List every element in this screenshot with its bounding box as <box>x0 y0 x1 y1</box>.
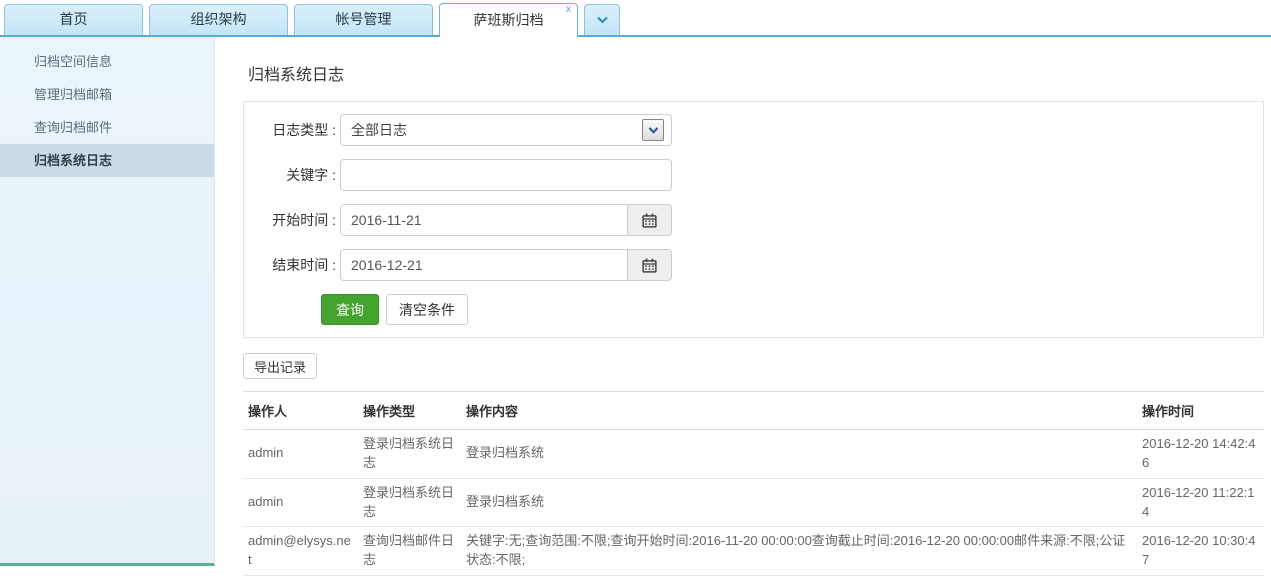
start-time-label: 开始时间 : <box>252 210 336 230</box>
main-content: 归档系统日志 日志类型 : 全部日志 关键字 : 开始时间 : <box>243 37 1264 576</box>
end-time-input[interactable] <box>340 249 628 281</box>
sidebar: 归档空间信息 管理归档邮箱 查询归档邮件 归档系统日志 <box>0 37 215 566</box>
keyword-row: 关键字 : <box>252 159 1249 191</box>
filter-buttons-row: 查询 清空条件 <box>321 294 1249 325</box>
tab-label: 首页 <box>60 11 88 27</box>
cell-operation-type: 登录归档系统日志 <box>358 430 461 479</box>
end-time-row: 结束时间 : <box>252 249 1249 281</box>
column-header-operation-time: 操作时间 <box>1137 392 1264 430</box>
log-filter-panel: 日志类型 : 全部日志 关键字 : 开始时间 : <box>243 101 1264 338</box>
log-table: 操作人 操作类型 操作内容 操作时间 admin 登录归档系统日志 登录归档系统… <box>243 391 1264 576</box>
calendar-icon <box>642 258 657 273</box>
end-time-label: 结束时间 : <box>252 255 336 275</box>
table-row: admin 登录归档系统日志 登录归档系统 2016-12-20 14:42:4… <box>243 430 1264 479</box>
log-type-select[interactable]: 全部日志 <box>340 114 672 146</box>
keyword-input[interactable] <box>340 159 672 191</box>
table-header-row: 操作人 操作类型 操作内容 操作时间 <box>243 392 1264 430</box>
sidebar-item-manage-archive-mailbox[interactable]: 管理归档邮箱 <box>0 78 214 111</box>
cell-operation-content: 关键字:无;查询范围:不限;查询开始时间:2016-11-20 00:00:00… <box>461 527 1137 576</box>
cell-operation-time: 2016-12-20 14:42:46 <box>1137 430 1264 479</box>
sidebar-item-archive-space-info[interactable]: 归档空间信息 <box>0 45 214 78</box>
cell-operation-content: 登录归档系统 <box>461 478 1137 527</box>
cell-operation-type: 登录归档系统日志 <box>358 478 461 527</box>
cell-operation-type: 查询归档邮件日志 <box>358 527 461 576</box>
calendar-icon <box>642 213 657 228</box>
tab-label: 组织架构 <box>191 11 247 27</box>
tab-organization[interactable]: 组织架构 <box>149 4 288 35</box>
cell-operation-time: 2016-12-20 11:22:14 <box>1137 478 1264 527</box>
start-time-input[interactable] <box>340 204 628 236</box>
column-header-operation-content: 操作内容 <box>461 392 1137 430</box>
column-header-operation-type: 操作类型 <box>358 392 461 430</box>
tab-more-button[interactable] <box>584 4 620 35</box>
cell-operator: admin@elysys.net <box>243 527 358 576</box>
sidebar-item-label: 归档空间信息 <box>34 54 112 69</box>
tab-home[interactable]: 首页 <box>4 4 143 35</box>
table-row: admin 登录归档系统日志 登录归档系统 2016-12-20 11:22:1… <box>243 478 1264 527</box>
cell-operator: admin <box>243 478 358 527</box>
start-time-row: 开始时间 : <box>252 204 1249 236</box>
sidebar-item-archive-system-log[interactable]: 归档系统日志 <box>0 144 214 177</box>
tab-sarbanes-archive[interactable]: 萨班斯归档 x <box>439 3 578 37</box>
tab-bar: 首页 组织架构 帐号管理 萨班斯归档 x <box>0 0 1271 37</box>
clear-conditions-button[interactable]: 清空条件 <box>386 294 468 325</box>
export-records-button[interactable]: 导出记录 <box>243 353 317 379</box>
column-header-operator: 操作人 <box>243 392 358 430</box>
log-type-row: 日志类型 : 全部日志 <box>252 114 1249 146</box>
sidebar-item-label: 管理归档邮箱 <box>34 87 112 102</box>
tab-label: 萨班斯归档 <box>474 12 544 28</box>
cell-operator: admin <box>243 430 358 479</box>
sidebar-item-label: 归档系统日志 <box>34 153 112 168</box>
search-button[interactable]: 查询 <box>321 294 379 325</box>
sidebar-item-label: 查询归档邮件 <box>34 120 112 135</box>
page-title: 归档系统日志 <box>248 61 1264 85</box>
log-type-label: 日志类型 : <box>252 120 336 140</box>
chevron-down-icon[interactable] <box>642 119 664 141</box>
keyword-label: 关键字 : <box>252 165 336 185</box>
chevron-down-icon <box>596 16 609 24</box>
cell-operation-time: 2016-12-20 10:30:47 <box>1137 527 1264 576</box>
table-row: admin@elysys.net 查询归档邮件日志 关键字:无;查询范围:不限;… <box>243 527 1264 576</box>
sidebar-item-search-archived-mail[interactable]: 查询归档邮件 <box>0 111 214 144</box>
end-time-calendar-button[interactable] <box>628 249 672 281</box>
tab-account-management[interactable]: 帐号管理 <box>294 4 433 35</box>
cell-operation-content: 登录归档系统 <box>461 430 1137 479</box>
start-time-calendar-button[interactable] <box>628 204 672 236</box>
log-type-selected-value: 全部日志 <box>351 120 407 140</box>
tab-label: 帐号管理 <box>336 11 392 27</box>
close-icon[interactable]: x <box>566 5 571 15</box>
